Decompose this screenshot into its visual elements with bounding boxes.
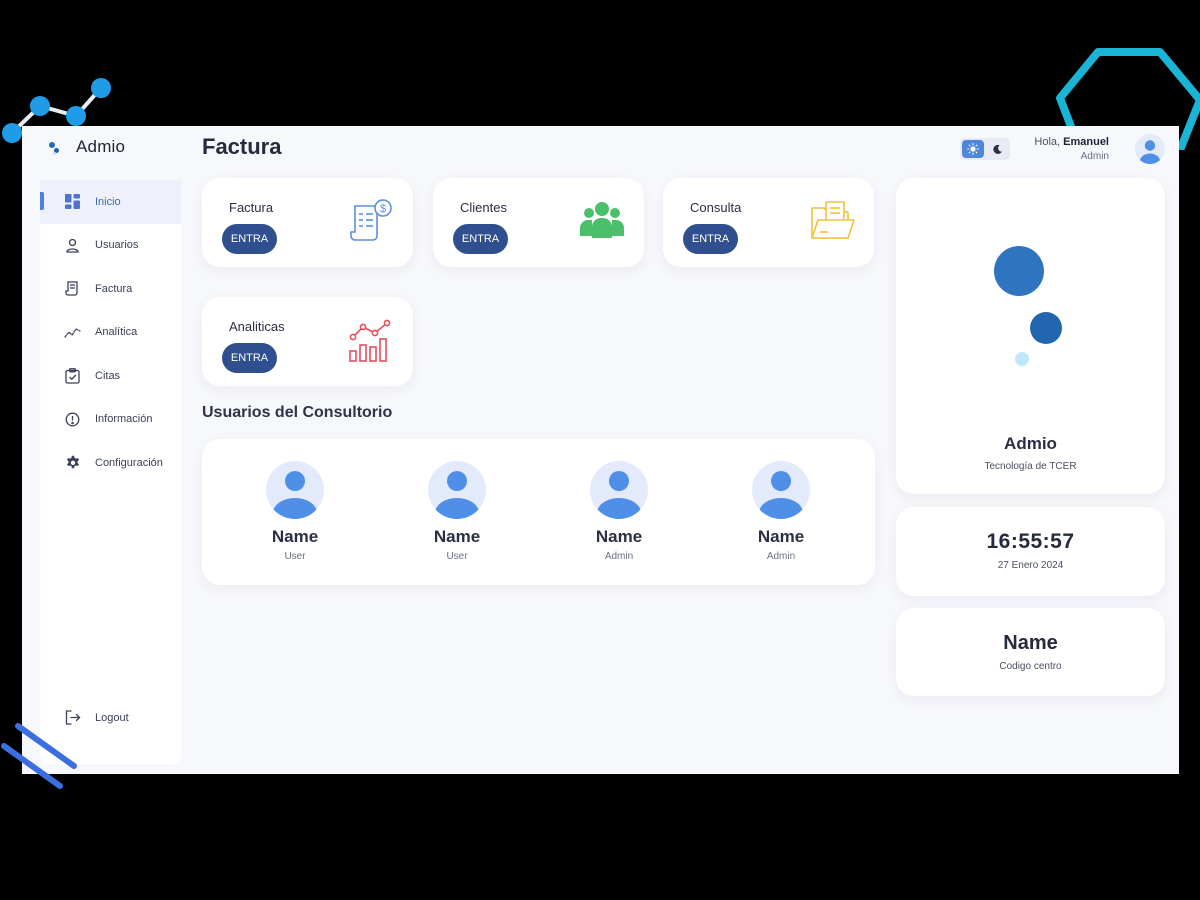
greeting-prefix: Hola, [1034,135,1061,148]
user-name: Name [271,527,319,546]
quick-card-title: Consulta [690,200,742,215]
enter-button[interactable]: ENTRA [222,224,277,254]
sun-icon[interactable] [962,140,985,158]
user-greeting: Hola, Emanuel Admin [1034,135,1109,163]
quick-card-clientes: Clientes ENTRA [433,178,644,267]
user-card[interactable]: Name Admin [559,461,679,562]
clock-time: 16:55:57 [986,530,1075,553]
quick-card-title: Factura [229,200,274,215]
user-name: Name [757,527,805,546]
user-role: Admin [1080,150,1109,162]
decorative-dots-graphic [2,78,111,143]
quick-card-title: Analiticas [229,319,285,334]
user-role: Admin [766,551,796,562]
section-title: Usuarios del Consultorio [202,404,393,421]
sidebar-item-label: Inicio [95,195,121,208]
sidebar-item-label: Citas [95,369,121,382]
user-name: Name [595,527,643,546]
chart-icon [349,319,391,362]
page-title: Factura [202,134,282,159]
avatar [266,461,324,519]
brand-card-title: Admio [1004,434,1057,453]
quick-card-consulta: Consulta ENTRA [663,178,874,267]
brand-card: Admio Tecnología de TCER [896,178,1165,494]
sidebar-item-label: Configuración [95,456,163,469]
enter-button[interactable]: ENTRA [222,343,277,373]
sidebar-item-label: Información [95,413,153,426]
avatar [428,461,486,519]
app-window: Admio Factura Hola, Emanuel Admin Inicio… [22,126,1179,774]
info-icon [64,411,81,428]
enter-button[interactable]: ENTRA [683,224,738,254]
sidebar-item-label: Usuarios [95,239,139,252]
sidebar-item-factura[interactable]: Factura [40,267,181,311]
sidebar-item-citas[interactable]: Citas [40,354,181,398]
center-card: Name Codigo centro [896,608,1165,696]
sidebar-item-usuarios[interactable]: Usuarios [40,224,181,268]
sidebar-item-analitica[interactable]: Analítica [40,311,181,355]
dashboard-icon [64,193,81,210]
quick-card-analiticas: Analiticas ENTRA [202,297,413,386]
sidebar: Inicio Usuarios Factura Analítica Citas … [40,180,181,764]
invoice-icon: $ [350,199,392,241]
sidebar-item-label: Factura [95,282,133,295]
svg-text:$: $ [380,203,386,215]
topbar-user-area: Hola, Emanuel Admin [960,132,1165,166]
sidebar-item-label: Analítica [95,326,138,339]
enter-button[interactable]: ENTRA [453,224,508,254]
users-card: Name User Name User Name Admin Name Admi… [202,439,875,585]
receipt-icon [64,280,81,297]
clock-card: 16:55:57 27 Enero 2024 [896,507,1165,596]
moon-icon[interactable] [986,140,1008,158]
user-icon [64,237,81,254]
sidebar-item-informacion[interactable]: Información [40,398,181,442]
theme-toggle[interactable] [960,138,1011,160]
brand-logo-icon [994,246,1062,366]
quick-card-title: Clientes [460,200,507,215]
user-name: Name [433,527,481,546]
avatar [752,461,810,519]
clipboard-check-icon [64,367,81,384]
group-icon [580,202,624,238]
folder-icon [811,201,855,239]
decorative-lines-graphic [1,723,77,789]
sidebar-item-configuracion[interactable]: Configuración [40,441,181,485]
center-name: Name [1003,632,1058,654]
user-role: Admin [604,551,634,562]
user-name: Emanuel [1063,135,1109,148]
gear-icon [64,454,81,471]
user-role: User [284,551,306,562]
trend-icon [64,324,81,341]
brand-card-subtitle: Tecnología de TCER [984,461,1077,472]
center-code-label: Codigo centro [999,661,1062,672]
user-role: User [446,551,468,562]
user-card[interactable]: Name User [397,461,517,562]
quick-card-factura: Factura ENTRA $ [202,178,413,267]
avatar [590,461,648,519]
sidebar-item-inicio[interactable]: Inicio [40,180,181,224]
user-card[interactable]: Name User [235,461,355,562]
avatar[interactable] [1135,134,1165,164]
user-card[interactable]: Name Admin [721,461,841,562]
sidebar-item-label: Logout [95,711,129,724]
clock-date: 27 Enero 2024 [997,560,1064,571]
